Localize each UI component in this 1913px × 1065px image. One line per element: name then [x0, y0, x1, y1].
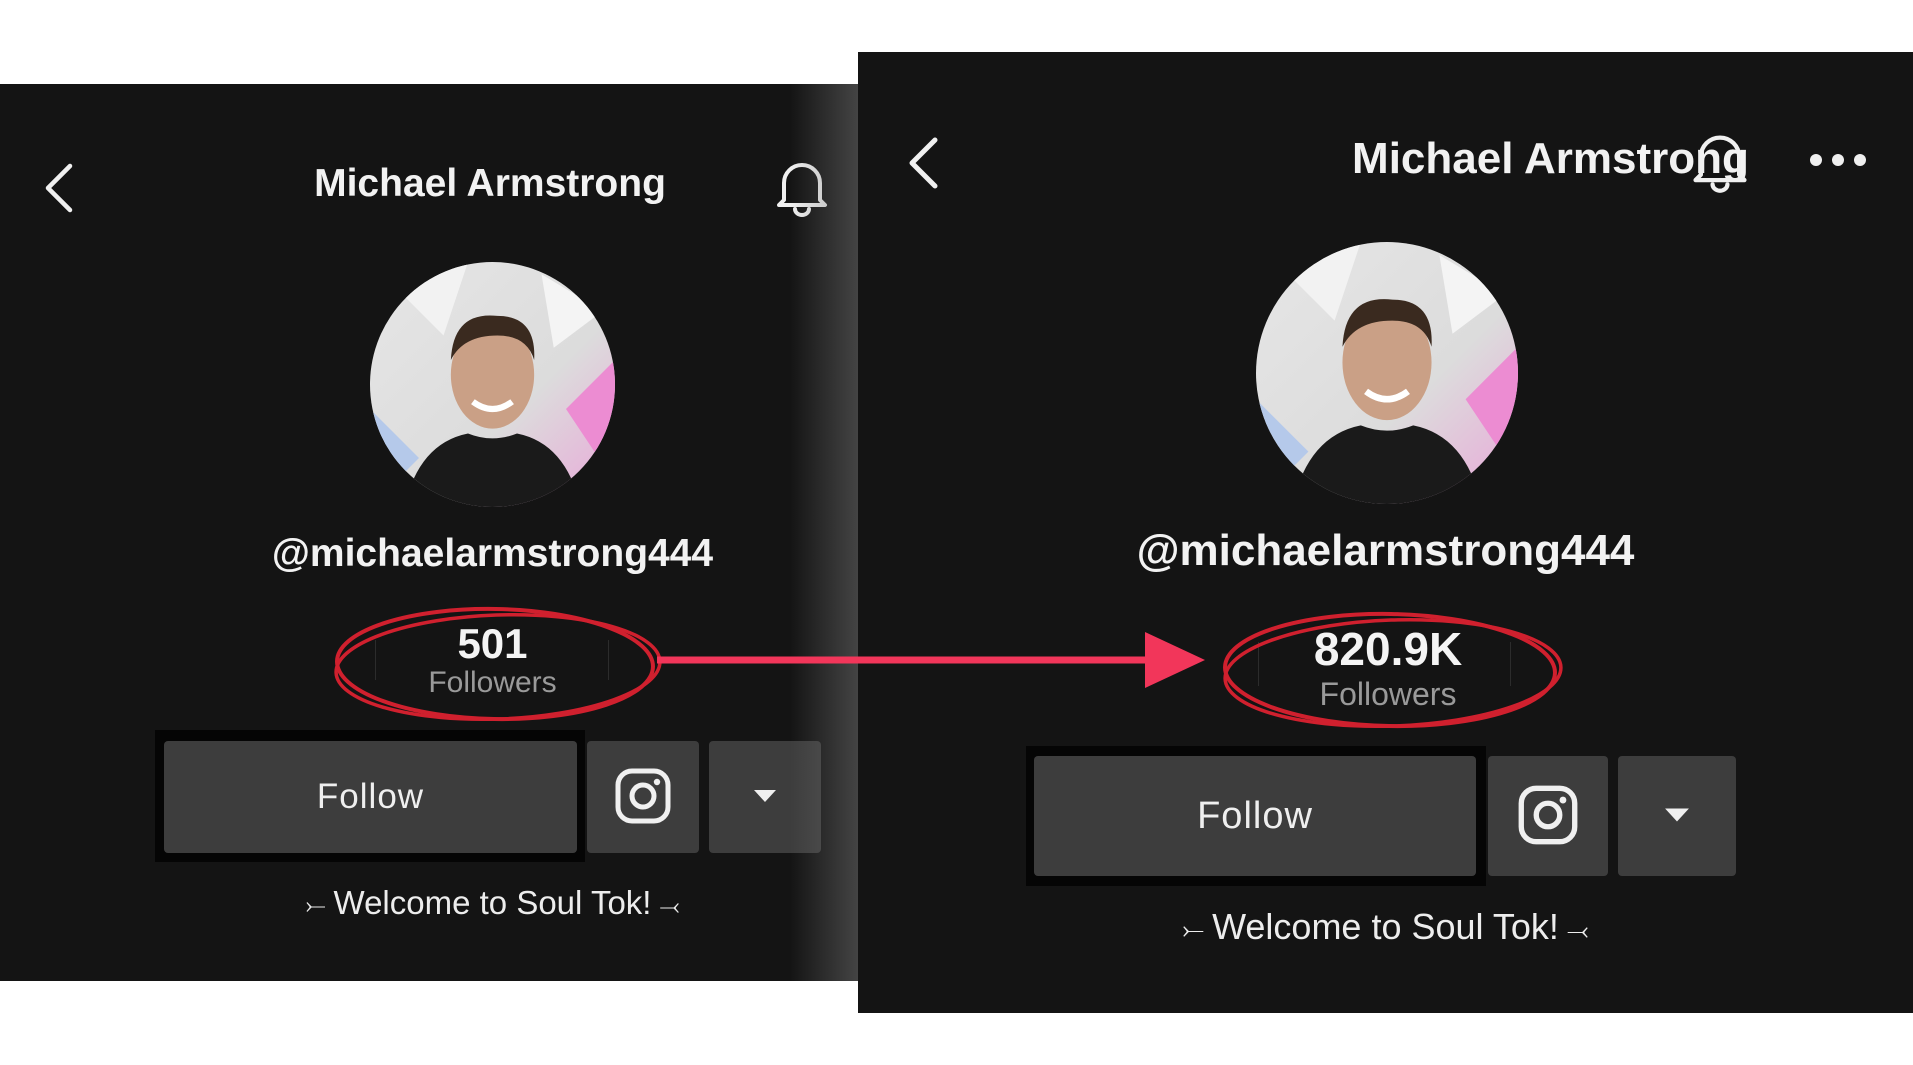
follow-button[interactable]: Follow	[1034, 756, 1476, 876]
profile-after-panel: Michael Armstrong @michaelarmstrong444 8…	[858, 52, 1913, 1013]
profile-title: Michael Armstrong	[314, 162, 666, 205]
instagram-icon	[1517, 784, 1579, 849]
followers-count: 501	[457, 620, 528, 667]
followers-stat[interactable]: 501 Followers	[375, 620, 610, 700]
stat-divider	[1510, 642, 1511, 686]
username: @michaelarmstrong444	[271, 532, 714, 575]
instagram-icon	[614, 767, 672, 828]
bio: ⤚ Welcome to Soul Tok! ⤙	[1182, 906, 1589, 947]
avatar[interactable]	[370, 262, 615, 507]
profile-title: Michael Armstrong	[1352, 134, 1749, 183]
follow-button[interactable]: Follow	[164, 741, 577, 853]
username: @michaelarmstrong444	[1136, 526, 1635, 575]
chevron-left-icon[interactable]	[903, 134, 945, 192]
followers-label: Followers	[428, 666, 557, 699]
bio: ⤚ Welcome to Soul Tok! ⤙	[305, 884, 680, 921]
dropdown-button[interactable]	[709, 741, 821, 853]
profile-before-panel: Michael Armstrong @michaelarmstrong444 5…	[0, 84, 860, 981]
followers-stat[interactable]: 820.9K Followers	[1258, 622, 1518, 713]
followers-count: 820.9K	[1313, 623, 1463, 675]
caret-down-icon	[753, 788, 777, 807]
ellipsis-icon[interactable]	[1808, 152, 1868, 168]
bell-icon[interactable]	[772, 156, 832, 220]
caret-down-icon	[1664, 806, 1690, 827]
instagram-button[interactable]	[587, 741, 699, 853]
instagram-button[interactable]	[1488, 756, 1608, 876]
stat-divider	[608, 640, 609, 680]
stat-divider	[1258, 642, 1259, 686]
stat-divider	[375, 640, 376, 680]
bell-icon[interactable]	[1688, 128, 1752, 196]
dropdown-button[interactable]	[1618, 756, 1736, 876]
chevron-left-icon[interactable]	[40, 160, 80, 216]
followers-label: Followers	[1319, 676, 1457, 712]
avatar[interactable]	[1256, 242, 1518, 504]
